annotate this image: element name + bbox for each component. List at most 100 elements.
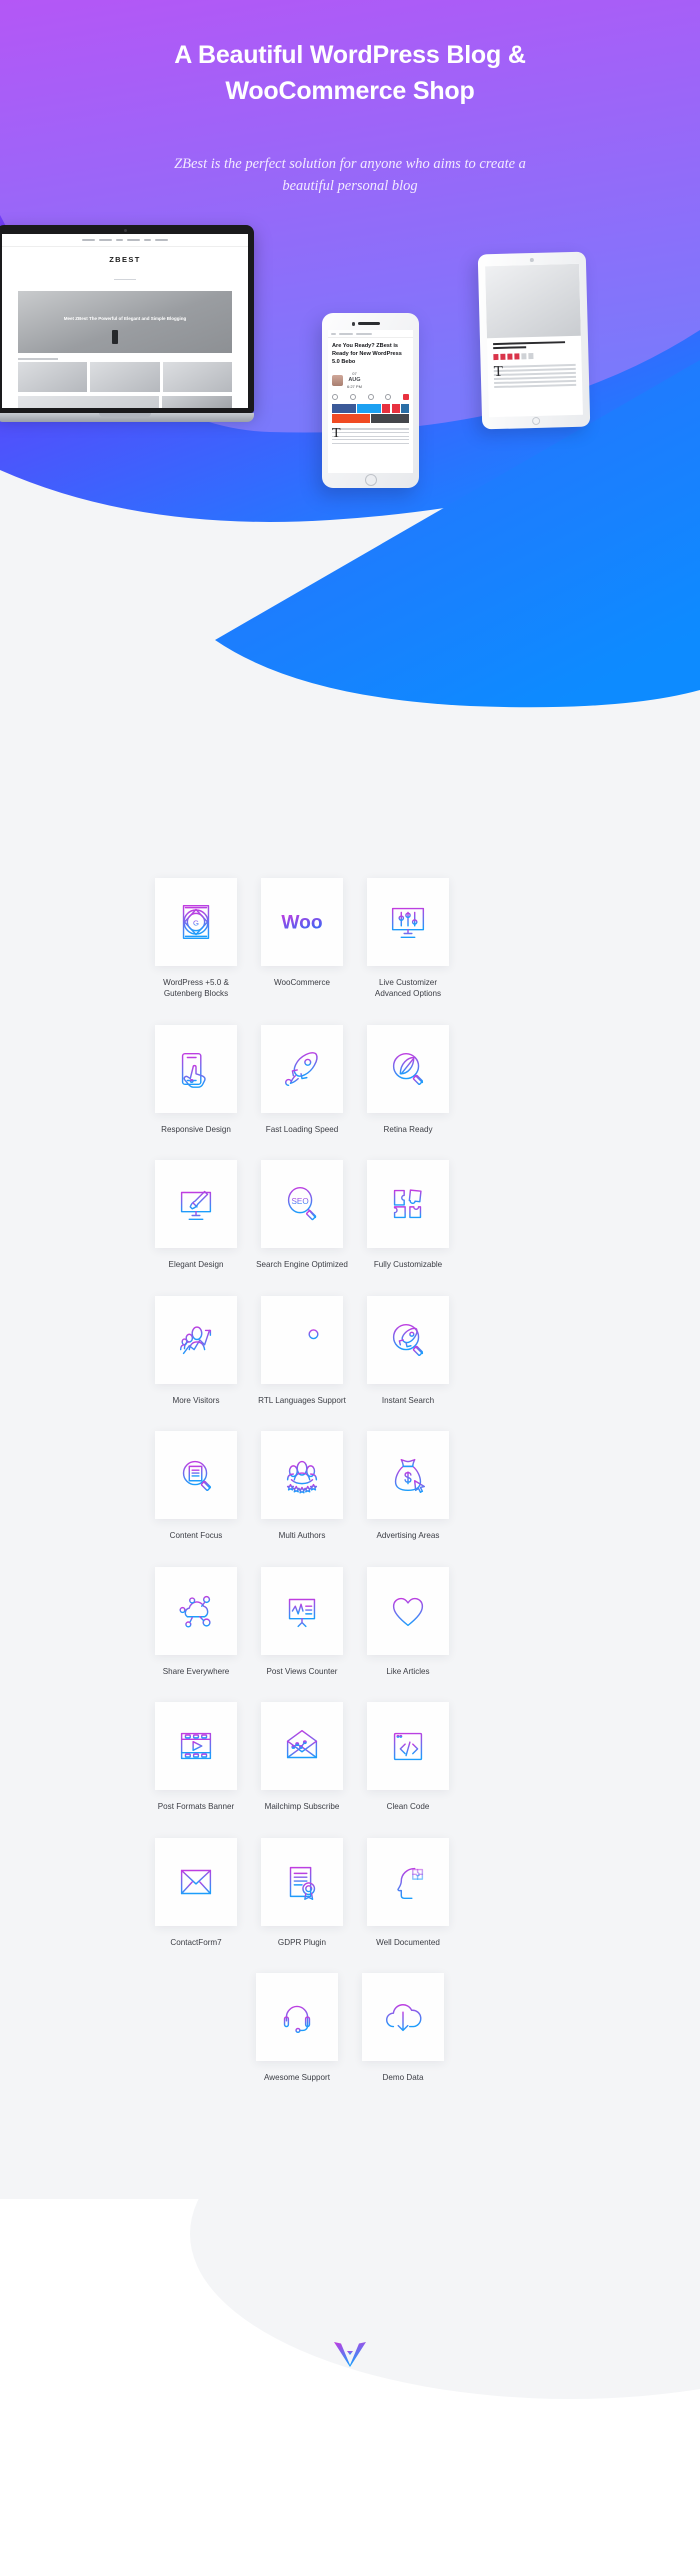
svg-text:G: G — [193, 918, 199, 927]
feature-item[interactable]: Content Focus — [143, 1431, 249, 1541]
feature-card[interactable] — [367, 1295, 449, 1384]
feature-card[interactable] — [155, 1431, 237, 1520]
feature-item[interactable]: Well Documented — [355, 1837, 461, 1948]
feature-card[interactable] — [155, 1702, 237, 1791]
feature-card[interactable] — [155, 1566, 237, 1655]
feature-item[interactable]: Multi Authors — [249, 1431, 355, 1541]
phone-post-author: 07 AUG 6:27 PM — [332, 371, 409, 389]
feature-label: Retina Ready — [383, 1124, 433, 1134]
envelope-chart-icon — [279, 1723, 325, 1769]
feature-card[interactable] — [155, 1295, 237, 1384]
feature-card[interactable]: SEO — [261, 1160, 343, 1249]
mock-section-label — [18, 358, 58, 360]
feature-item[interactable]: Share Everywhere — [143, 1566, 249, 1677]
head-puzzle-icon — [385, 1859, 431, 1905]
feature-card[interactable] — [367, 878, 449, 966]
tablet-hero-image — [485, 263, 581, 339]
feature-label: Search Engine Optimized — [256, 1260, 348, 1270]
feature-item[interactable]: Live Customizer Advanced Options — [355, 878, 461, 1000]
gutenberg-g-icon: G — [173, 899, 219, 945]
phone-home-button[interactable] — [364, 474, 377, 486]
feature-item[interactable]: ContactForm7 — [143, 1837, 249, 1948]
footer — [0, 2198, 700, 2439]
phone-post-body: T — [332, 427, 409, 445]
feature-item[interactable]: Post Views Counter — [249, 1566, 355, 1677]
laptop-trackpad-notch — [99, 413, 151, 417]
v-mark-logo[interactable] — [333, 2339, 367, 2367]
feature-card[interactable] — [261, 1295, 343, 1384]
feature-label: RTL Languages Support — [258, 1395, 346, 1405]
share-google-button[interactable] — [391, 403, 400, 413]
feature-card[interactable] — [367, 1431, 449, 1520]
share-linkedin-button[interactable] — [401, 403, 410, 413]
feature-card[interactable] — [155, 1024, 237, 1113]
phone-speaker — [357, 322, 380, 325]
post-date-day: 07 — [352, 371, 357, 377]
feature-card[interactable] — [261, 1566, 343, 1655]
feature-card[interactable]: Woo — [261, 878, 343, 966]
certificate-icon — [279, 1859, 325, 1905]
post-date-month: AUG — [348, 376, 361, 383]
feature-card[interactable] — [367, 1566, 449, 1655]
people-stars-icon — [279, 1452, 325, 1498]
feature-card[interactable] — [155, 1837, 237, 1926]
feature-item[interactable]: SEO Search Engine Optimized — [249, 1160, 355, 1270]
feature-item[interactable]: RTL Languages Support — [249, 1295, 355, 1406]
woocommerce-woo-icon: Woo — [279, 899, 325, 945]
share-more-button[interactable] — [371, 414, 409, 424]
feature-card[interactable] — [155, 1160, 237, 1249]
headset-icon — [274, 1994, 320, 2040]
hero-content: A Beautiful WordPress Blog & WooCommerce… — [0, 0, 700, 198]
feature-item[interactable]: Clean Code — [355, 1702, 461, 1812]
feature-card[interactable] — [261, 1431, 343, 1520]
feature-item[interactable]: Demo Data — [350, 1973, 456, 2083]
mock-post-grid-2 — [18, 396, 232, 408]
share-facebook-button[interactable] — [332, 403, 356, 413]
feature-card[interactable] — [367, 1160, 449, 1249]
rtl-text-lines-icon — [279, 1317, 325, 1363]
features-grid-last-row: Awesome Support Demo Data — [244, 1973, 456, 2108]
money-bag-cursor-icon — [385, 1452, 431, 1498]
feature-item[interactable]: G WordPress +5.0 & Gutenberg Blocks — [143, 878, 249, 1000]
feature-card[interactable] — [256, 1973, 338, 2062]
feature-item[interactable]: Fully Customizable — [355, 1160, 461, 1270]
tablet-screen: T — [485, 263, 583, 418]
phone-share-buttons-row2 — [332, 414, 409, 424]
feature-card[interactable] — [367, 1837, 449, 1926]
share-pinterest-button[interactable] — [382, 403, 391, 413]
feature-item[interactable]: Fast Loading Speed — [249, 1024, 355, 1135]
feature-item[interactable]: Responsive Design — [143, 1024, 249, 1135]
feature-card[interactable] — [367, 1702, 449, 1791]
feature-card[interactable] — [261, 1024, 343, 1113]
feature-item[interactable]: Like Articles — [355, 1566, 461, 1677]
feature-item[interactable]: Instant Search — [355, 1295, 461, 1406]
feature-card[interactable] — [362, 1973, 444, 2062]
feature-item[interactable]: More Visitors — [143, 1295, 249, 1406]
feature-card[interactable]: G — [155, 878, 237, 966]
phone-tap-icon — [173, 1046, 219, 1092]
document-magnifier-icon — [173, 1452, 219, 1498]
features-grid: G WordPress +5.0 & Gutenberg Blocks Woo Wo… — [143, 878, 557, 1973]
tablet-home-button — [532, 416, 541, 426]
page-title: A Beautiful WordPress Blog & WooCommerce… — [174, 41, 526, 105]
phone-mockup: Are You Ready? ZBest is Ready for New Wo… — [322, 313, 419, 488]
feature-item[interactable]: Advertising Areas — [355, 1431, 461, 1541]
feature-item[interactable]: Mailchimp Subscribe — [249, 1702, 355, 1812]
share-twitter-button[interactable] — [357, 403, 381, 413]
feature-label: Advertising Areas — [376, 1531, 440, 1541]
feature-label: WooCommerce — [273, 978, 331, 987]
feature-item[interactable]: GDPR Plugin — [249, 1837, 355, 1948]
monitor-sliders-icon — [385, 899, 431, 945]
phone-app-bar — [328, 330, 413, 338]
feature-item[interactable]: Awesome Support — [244, 1973, 350, 2083]
phone-share-buttons — [332, 403, 410, 413]
feature-card[interactable] — [261, 1837, 343, 1926]
feature-card[interactable] — [367, 1024, 449, 1113]
share-reddit-button[interactable] — [332, 414, 370, 424]
feature-item[interactable]: Retina Ready — [355, 1024, 461, 1135]
feature-item[interactable]: Elegant Design — [143, 1160, 249, 1270]
feature-label: Share Everywhere — [162, 1666, 230, 1676]
feature-item[interactable]: Post Formats Banner — [143, 1702, 249, 1812]
feature-card[interactable] — [261, 1702, 343, 1791]
feature-item[interactable]: Woo WooCommerce — [249, 878, 355, 1000]
